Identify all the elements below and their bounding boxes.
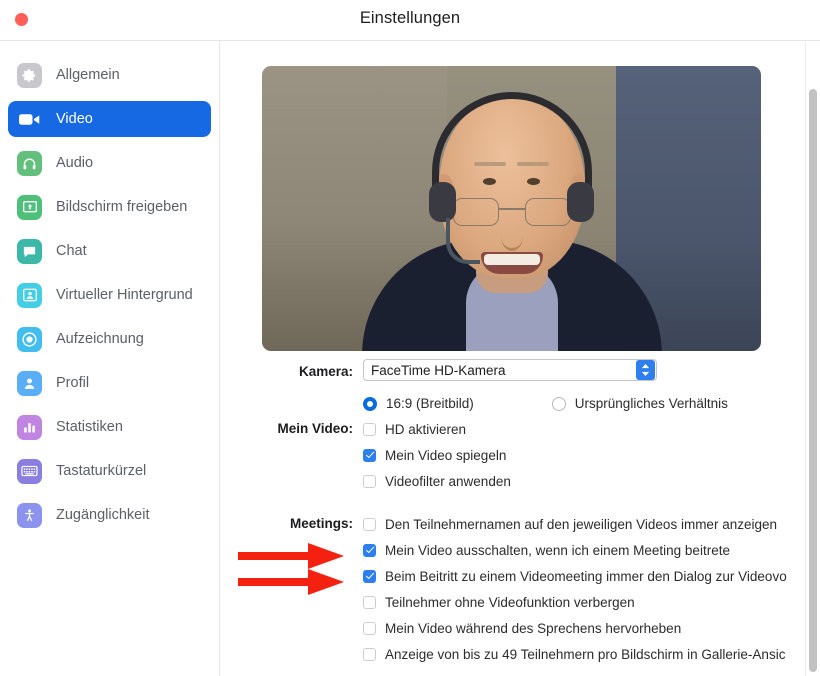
checkbox-label: Den Teilnehmernamen auf den jeweiligen V… [385, 516, 777, 532]
radio-button[interactable] [551, 396, 566, 411]
arrow-to-video-dialog [238, 569, 346, 595]
sidebar-item-label: Chat [56, 243, 87, 259]
arrow-shaft [238, 552, 312, 560]
checkbox-label: Beim Beitritt zu einem Videomeeting imme… [385, 568, 787, 584]
sidebar-item-statistiken[interactable]: Statistiken [8, 409, 211, 445]
headphones-icon [17, 150, 42, 176]
checkbox-always-display-participant-name[interactable]: Den Teilnehmernamen auf den jeweiligen V… [363, 511, 820, 537]
sidebar-item-label: Audio [56, 155, 94, 171]
profile-icon [17, 370, 42, 396]
record-icon [17, 326, 42, 352]
gear-icon [17, 62, 42, 88]
sidebar-item-profil[interactable]: Profil [8, 365, 211, 401]
video-camera-icon [17, 107, 42, 132]
sidebar-item-label: Tastaturkürzel [56, 463, 147, 479]
sidebar-item-chat[interactable]: Chat [8, 233, 211, 269]
arrow-head [308, 569, 344, 595]
title-bar: Einstellungen [0, 0, 820, 41]
radio-option-16-9[interactable]: 16:9 (Breitbild) [363, 396, 474, 411]
my-video-label: Mein Video: [277, 421, 353, 436]
checkbox-highlight-my-video-when-speaking[interactable]: Mein Video während des Sprechens hervorh… [363, 615, 820, 641]
radio-label: Ursprüngliches Verhältnis [574, 396, 728, 411]
vertical-scrollbar-track[interactable] [805, 41, 820, 676]
checkbox-box[interactable] [363, 543, 376, 557]
sidebar-item-virtueller-hintergrund[interactable]: Virtueller Hintergrund [8, 277, 211, 313]
checkbox-box[interactable] [363, 595, 376, 609]
checkbox-box[interactable] [363, 422, 376, 436]
checkbox-box[interactable] [363, 517, 376, 531]
checkbox-turn-off-my-video-when-joining[interactable]: Mein Video ausschalten, wenn ich einem M… [363, 537, 820, 563]
checkbox-box[interactable] [363, 474, 376, 488]
checkbox-label: Anzeige von bis zu 49 Teilnehmern pro Bi… [385, 646, 786, 662]
vertical-scrollbar-thumb[interactable] [809, 89, 817, 672]
camera-label: Kamera: [298, 364, 353, 379]
settings-window: Einstellungen Allgemein Video Audio Bild… [0, 0, 820, 676]
chat-bubble-icon [17, 238, 42, 264]
camera-select-value: FaceTime HD-Kamera [371, 362, 506, 378]
checkbox-label: Mein Video spiegeln [385, 447, 507, 463]
checkbox-box[interactable] [363, 569, 376, 583]
virtual-background-icon [17, 282, 42, 308]
sidebar-item-tastaturkuerzel[interactable]: Tastaturkürzel [8, 453, 211, 489]
preview-headset-mic [446, 218, 480, 264]
meetings-label: Meetings: [289, 516, 353, 531]
checkbox-mein-video-spiegeln[interactable]: Mein Video spiegeln [363, 442, 820, 468]
sidebar-item-label: Allgemein [56, 67, 120, 83]
arrow-head [308, 543, 344, 569]
checkbox-label: Teilnehmer ohne Videofunktion verbergen [385, 594, 635, 610]
sidebar-item-allgemein[interactable]: Allgemein [8, 57, 211, 93]
checkbox-box[interactable] [363, 448, 376, 462]
arrow-shaft [238, 578, 312, 586]
sidebar-item-label: Aufzeichnung [56, 331, 144, 347]
preview-person-nose [500, 222, 523, 251]
radio-button[interactable] [363, 396, 377, 411]
checkbox-label: HD aktivieren [385, 421, 467, 437]
checkbox-hd-aktivieren[interactable]: HD aktivieren [363, 416, 820, 442]
sidebar: Allgemein Video Audio Bildschirm freigeb… [0, 41, 220, 676]
accessibility-icon [17, 502, 42, 528]
checkbox-box[interactable] [363, 647, 376, 661]
preview-person-mouth [480, 252, 543, 274]
sidebar-item-label: Zugänglichkeit [56, 507, 150, 523]
sidebar-item-zugaenglichkeit[interactable]: Zugänglichkeit [8, 497, 211, 533]
checkbox-display-up-to-49-participants[interactable]: Anzeige von bis zu 49 Teilnehmern pro Bi… [363, 641, 820, 667]
sidebar-item-label: Virtueller Hintergrund [56, 287, 193, 303]
sidebar-item-label: Bildschirm freigeben [56, 199, 188, 215]
sidebar-item-label: Profil [56, 375, 90, 391]
sidebar-item-label: Video [56, 111, 93, 127]
arrow-to-turn-off-my-video [238, 543, 346, 569]
camera-row: Kamera: FaceTime HD-Kamera [221, 359, 820, 385]
camera-preview [262, 66, 761, 351]
checkbox-always-show-video-preview-dialog[interactable]: Beim Beitritt zu einem Videomeeting imme… [363, 563, 820, 589]
preview-headset-cup-right [567, 182, 594, 222]
checkbox-label: Videofilter anwenden [385, 473, 511, 489]
sidebar-item-label: Statistiken [56, 419, 123, 435]
checkbox-label: Mein Video während des Sprechens hervorh… [385, 620, 682, 636]
checkbox-videofilter-anwenden[interactable]: Videofilter anwenden [363, 468, 820, 494]
page-title: Einstellungen [359, 9, 461, 27]
preview-headset-cup-left [429, 182, 456, 222]
sidebar-item-bildschirm-freigeben[interactable]: Bildschirm freigeben [8, 189, 211, 225]
checkbox-box[interactable] [363, 621, 376, 635]
aspect-ratio-group: 16:9 (Breitbild) Ursprüngliches Verhältn… [363, 396, 820, 411]
sidebar-item-aufzeichnung[interactable]: Aufzeichnung [8, 321, 211, 357]
checkbox-label: Mein Video ausschalten, wenn ich einem M… [385, 542, 730, 558]
video-settings-form: Kamera: FaceTime HD-Kamera 16:9 (Breitbi… [221, 359, 820, 667]
statistics-icon [17, 414, 42, 440]
checkbox-hide-non-video-participants[interactable]: Teilnehmer ohne Videofunktion verbergen [363, 589, 820, 615]
share-screen-icon [17, 194, 42, 220]
sidebar-item-video[interactable]: Video [8, 101, 211, 137]
sidebar-item-audio[interactable]: Audio [8, 145, 211, 181]
keyboard-icon [17, 458, 42, 484]
camera-select[interactable]: FaceTime HD-Kamera [363, 359, 657, 381]
chevron-updown-icon[interactable] [636, 360, 655, 380]
my-video-row: Mein Video: HD aktivieren Mein Video spi… [221, 416, 820, 494]
radio-option-original-ratio[interactable]: Ursprüngliches Verhältnis [551, 396, 728, 411]
aspect-ratio-row: 16:9 (Breitbild) Ursprüngliches Verhältn… [221, 385, 820, 416]
radio-label: 16:9 (Breitbild) [386, 396, 474, 411]
